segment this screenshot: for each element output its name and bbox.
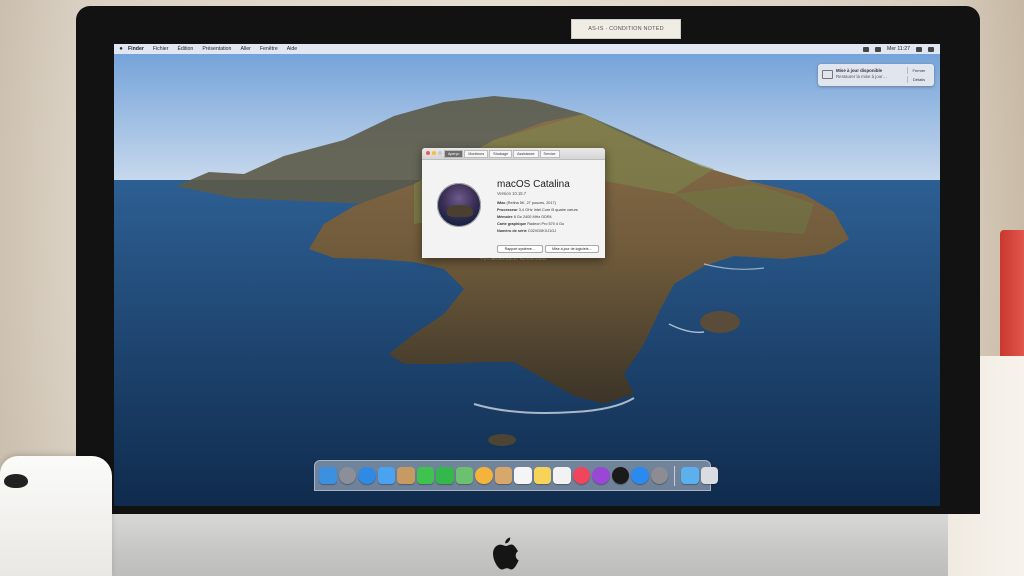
notes-icon[interactable] [533,466,551,485]
window-tabs: Aperçu Moniteurs Stockage Assistance Ser… [444,150,560,158]
spec-row: Processeur 3,4 GHz Intel Core i5 quatre … [497,208,578,212]
spec-row: Numéro de série C02VD0KXJ1GJ [497,229,556,233]
menu-item[interactable]: Fenêtre [260,46,278,52]
spec-value: 3,4 GHz Intel Core i5 quatre cœurs [518,208,578,212]
os-name: macOS Catalina [497,179,570,190]
notification-banner[interactable]: Mise à jour disponible Restaurer la mise… [818,64,934,86]
podcasts-icon[interactable] [592,466,610,485]
screen: ● Finder Fichier Édition Présentation Al… [114,44,940,506]
tab-service[interactable]: Service [539,150,560,158]
menu-item[interactable]: Édition [177,46,193,52]
menu-bar: ● Finder Fichier Édition Présentation Al… [114,44,940,54]
trash-icon[interactable] [700,466,718,485]
copyright-text: ™ et © 1983-2020 Apple Inc. Tous droits … [479,257,548,261]
spec-label: Numéro de série [497,229,527,233]
system-preferences-icon[interactable] [650,466,668,485]
menu-clock[interactable]: Mer 11:27 [887,46,910,52]
spec-label: Processeur [497,208,518,212]
spec-row: iMac (Retina 5K, 27 pouces, 2017) [497,201,556,205]
window-titlebar[interactable]: Aperçu Moniteurs Stockage Assistance Ser… [422,148,605,160]
imac-chin [108,514,948,576]
menu-item[interactable]: Présentation [202,46,231,52]
spec-value: (Retina 5K, 27 pouces, 2017) [506,201,556,205]
maps-icon[interactable] [455,466,473,485]
airport-logo-icon [4,474,28,488]
music-icon[interactable] [572,466,590,485]
close-window-icon[interactable] [426,151,430,155]
spec-value: 8 Go 2400 MHz DDR4 [513,215,552,219]
spec-row: Carte graphique Radeon Pro 570 4 Go [497,222,564,226]
safari-icon[interactable] [358,466,376,485]
wifi-icon[interactable] [863,46,870,52]
spec-label: Mémoire [497,215,513,219]
volume-icon[interactable] [875,46,882,52]
calendar-icon[interactable] [514,466,532,485]
about-content: macOS Catalina Version 10.15.7 iMac (Ret… [422,160,605,261]
notification-body: Restaurer la mise à jour… [836,74,887,79]
about-this-mac-window: Aperçu Moniteurs Stockage Assistance Ser… [422,148,605,261]
contacts-icon[interactable] [397,466,415,485]
app-store-icon[interactable] [631,466,649,485]
spec-label: Carte graphique [497,222,527,226]
imac: AS-IS · CONDITION NOTED ● Finder Fichier… [76,6,980,576]
notification-center-icon[interactable] [928,46,934,52]
os-version: Version 10.15.7 [497,191,527,196]
software-update-button[interactable]: Mise à jour de logiciels… [545,245,599,253]
update-icon [822,70,833,79]
launchpad-icon[interactable] [338,466,356,485]
tab-support[interactable]: Assistance [513,150,539,158]
menu-item[interactable]: Aide [287,46,297,52]
minimize-window-icon[interactable] [432,151,436,155]
notification-close-button[interactable]: Fermer [907,67,930,74]
tab-displays[interactable]: Moniteurs [464,150,489,158]
notification-details-button[interactable]: Détails [907,76,930,83]
spotlight-icon[interactable] [916,46,922,52]
apple-tv-icon[interactable] [611,466,629,485]
tab-overview[interactable]: Aperçu [444,150,464,158]
zoom-window-icon[interactable] [438,151,442,155]
dock [314,460,718,491]
finder-icon[interactable] [319,466,337,485]
spec-label: iMac [497,201,506,205]
dock-separator [674,465,675,486]
facetime-icon[interactable] [436,466,454,485]
mail-icon[interactable] [377,466,395,485]
downloads-folder-icon[interactable] [681,466,699,485]
contacts-book-icon[interactable] [494,466,512,485]
spec-value: Radeon Pro 570 4 Go [527,222,565,226]
apple-menu-icon[interactable]: ● [114,46,128,52]
spec-row: Mémoire 8 Go 2400 MHz DDR4 [497,215,552,219]
messages-icon[interactable] [416,466,434,485]
reminders-icon[interactable] [553,466,571,485]
menu-app-name[interactable]: Finder [128,46,144,52]
menu-item[interactable]: Aller [240,46,250,52]
menu-item[interactable]: Fichier [153,46,169,52]
system-report-button[interactable]: Rapport système… [497,245,543,253]
bezel-sticker: AS-IS · CONDITION NOTED [571,19,681,39]
photos-icon[interactable] [475,466,493,485]
tab-storage[interactable]: Stockage [489,150,513,158]
desktop-wallpaper [114,44,940,506]
notification-title: Mise à jour disponible [836,68,883,73]
catalina-logo-icon [437,183,481,227]
apple-logo-icon [493,537,519,570]
menu-bar-extras: Mer 11:27 [863,46,940,52]
spec-value: C02VD0KXJ1GJ [527,229,557,233]
